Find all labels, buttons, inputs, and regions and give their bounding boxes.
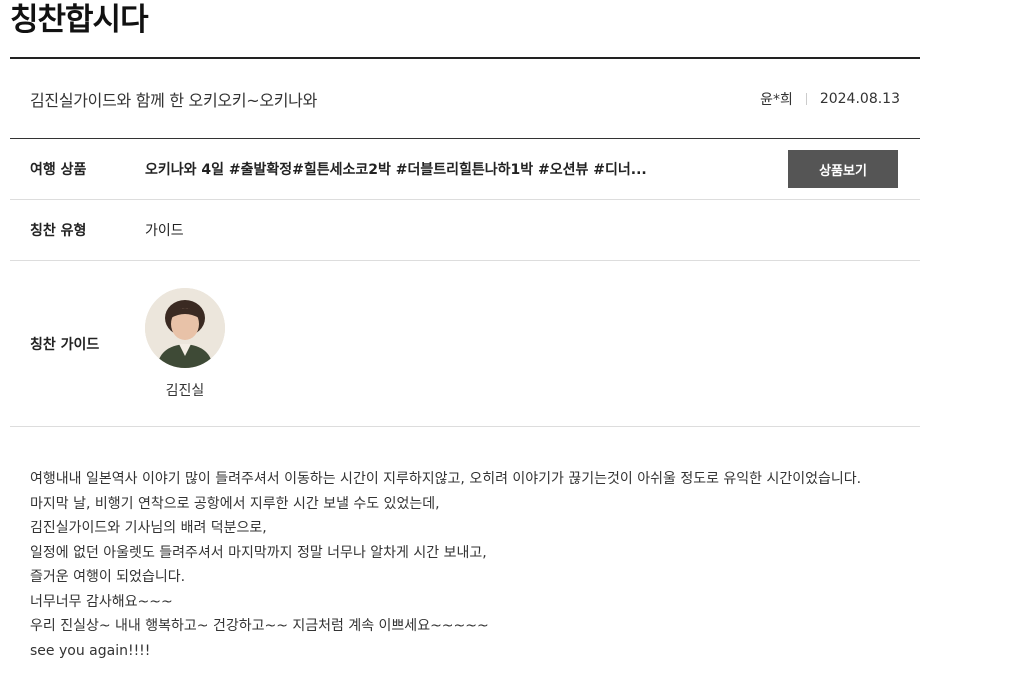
- product-name: 오키나와 4일 #출발확정#힐튼세소코2박 #더블트리힐튼나하1박 #오션뷰 #…: [145, 162, 647, 178]
- content-line: 일정에 없던 아울렛도 들려주셔서 마지막까지 정말 너무나 알차게 시간 보내…: [30, 544, 487, 561]
- praise-type-row: 칭찬 유형 가이드: [10, 200, 920, 261]
- guide-label: 칭찬 가이드: [30, 336, 100, 353]
- guide-photo-icon: [145, 287, 225, 368]
- view-product-button[interactable]: 상품보기: [788, 150, 898, 188]
- product-label: 여행 상품: [30, 162, 87, 178]
- praise-post: 칭찬합시다 김진실가이드와 함께 한 오키오키~오키나와 윤*희 2024.08…: [10, 0, 920, 663]
- content-line: 김진실가이드와 기사님의 배려 덕분으로,: [30, 520, 267, 536]
- content-line: 즐거운 여행이 되었습니다.: [30, 569, 186, 585]
- post-title: 김진실가이드와 함께 한 오키오키~오키나와: [30, 90, 318, 110]
- content-line: 여행내내 일본역사 이야기 많이 들려주셔서 이동하는 시간이 지루하지않고, …: [30, 471, 862, 487]
- post-meta: 윤*희 2024.08.13: [760, 89, 900, 109]
- guide-row: 칭찬 가이드 김진실: [10, 261, 920, 427]
- product-row: 여행 상품 오키나와 4일 #출발확정#힐튼세소코2박 #더블트리힐튼나하1박 …: [10, 139, 920, 200]
- meta-divider: [805, 92, 807, 105]
- page-title: 칭찬합시다: [10, 2, 149, 38]
- guide-card: 김진실: [145, 287, 225, 400]
- guide-name: 김진실: [165, 382, 205, 399]
- post-content: 여행내내 일본역사 이야기 많이 들려주셔서 이동하는 시간이 지루하지않고, …: [10, 427, 920, 663]
- guide-avatar: [145, 287, 225, 368]
- content-line: 너무너무 감사해요~~~: [30, 593, 173, 610]
- content-line: 마지막 날, 비행기 연착으로 공항에서 지루한 시간 보낼 수도 있었는데,: [30, 495, 440, 512]
- post-date: 2024.08.13: [819, 90, 900, 107]
- post-header: 김진실가이드와 함께 한 오키오키~오키나와 윤*희 2024.08.13: [10, 59, 920, 139]
- praise-type-label: 칭찬 유형: [30, 223, 87, 239]
- content-line: 우리 진실상~ 내내 행복하고~ 건강하고~~ 지금처럼 계속 이쁘세요~~~~…: [30, 618, 489, 634]
- praise-type-value: 가이드: [145, 223, 184, 239]
- content-line: see you again!!!!: [30, 642, 151, 659]
- post-author: 윤*희: [760, 91, 793, 108]
